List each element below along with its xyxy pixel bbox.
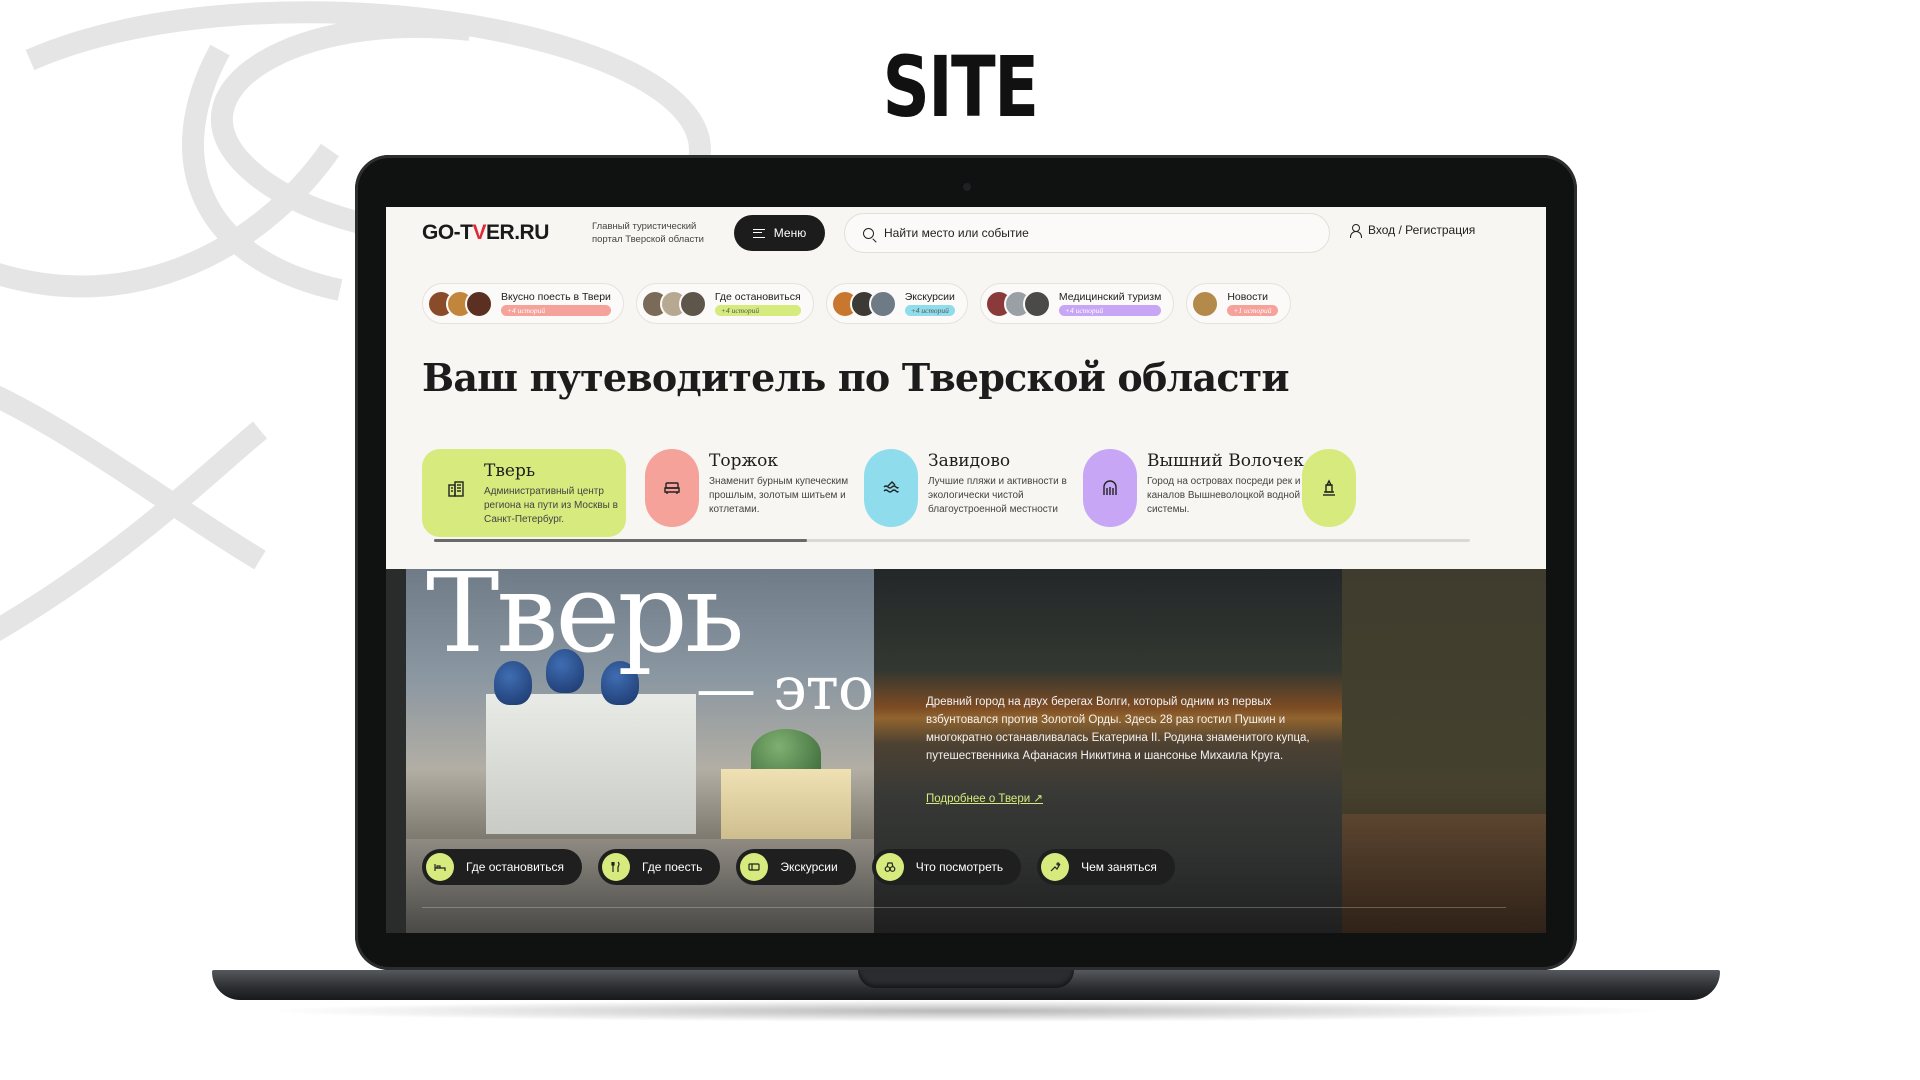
chip-label: Вкусно поесть в Твери <box>501 291 611 303</box>
waves-icon <box>864 449 918 527</box>
chip-label: Медицинский туризм <box>1058 291 1162 303</box>
chip-count-badge: +1 историй <box>1227 305 1278 316</box>
church-shape <box>486 694 696 834</box>
city-name: Завидово <box>928 451 1011 471</box>
chip-thumbnails <box>427 289 493 318</box>
chip-count-badge: +4 историй <box>904 305 955 316</box>
city-card-zavidovo[interactable]: Завидово Лучшие пляжи и активности в эко… <box>864 449 1084 537</box>
city-name: Тверь <box>484 461 536 481</box>
thumbnail-image <box>465 289 493 318</box>
hero-section: Тверь — это Древний город на двух берега… <box>386 569 1546 933</box>
chip-count-badge: +4 историй <box>1058 305 1162 316</box>
city-description: Административный центр региона на пути и… <box>484 486 618 525</box>
chip-count-badge: +4 историй <box>501 305 611 316</box>
city-card-tver[interactable]: Тверь Административный центр региона на … <box>422 449 626 537</box>
thumbnail-image <box>678 289 707 318</box>
page-headline: Ваш путеводитель по Тверской области <box>422 355 1290 400</box>
category-chips: Вкусно поесть в Твери +4 историй Где ост… <box>422 283 1291 324</box>
thumbnail-image <box>1191 289 1220 318</box>
city-carousel: Тверь Административный центр региона на … <box>422 449 1546 539</box>
where-to-eat-button[interactable]: Где поесть <box>598 849 721 885</box>
what-to-see-button[interactable]: Что посмотреть <box>871 849 1022 885</box>
hero-edge <box>386 569 406 933</box>
logo-text-1: GO-T <box>422 221 473 244</box>
building-shape <box>1342 814 1546 933</box>
search-icon <box>863 227 874 239</box>
login-label: Вход / Регистрация <box>1368 223 1476 237</box>
chip-count-badge: +4 историй <box>714 305 801 316</box>
city-description: Знаменит бурным купеческим прошлым, золо… <box>709 476 849 515</box>
city-description: Лучшие пляжи и активности в экологически… <box>928 476 1067 515</box>
logo-text-2: ER.RU <box>486 221 549 244</box>
chip-thumbnails <box>640 289 707 318</box>
city-card-partial[interactable] <box>1302 449 1356 537</box>
button-label: Где остановиться <box>466 860 565 874</box>
button-label: Что посмотреть <box>915 860 1004 874</box>
where-to-stay-button[interactable]: Где остановиться <box>422 849 583 885</box>
monument-icon <box>1302 449 1356 527</box>
menu-label: Меню <box>773 226 807 240</box>
chip-thumbnails <box>830 289 897 318</box>
city-name: Торжок <box>709 451 778 471</box>
hero-title: Тверь <box>426 569 745 677</box>
fork-knife-icon <box>602 853 631 881</box>
search-input[interactable]: Найти место или событие <box>844 213 1330 253</box>
hamburger-icon <box>752 228 765 238</box>
chip-stay[interactable]: Где остановиться +4 историй <box>635 283 814 324</box>
logo-pin-letter: V <box>472 221 487 244</box>
button-label: Чем заняться <box>1081 860 1157 874</box>
hero-quick-actions: Где остановиться Где поесть Экскурсии Чт… <box>422 849 1175 885</box>
activity-icon <box>1041 853 1070 881</box>
search-placeholder: Найти место или событие <box>884 226 1029 240</box>
chip-news[interactable]: Новости +1 историй <box>1186 283 1291 324</box>
excursions-button[interactable]: Экскурсии <box>736 849 856 885</box>
chip-thumbnails <box>1191 289 1220 318</box>
button-label: Где поесть <box>642 860 703 874</box>
thumbnail-image <box>868 289 897 318</box>
thumbnail-image <box>1022 289 1051 318</box>
ticket-icon <box>740 853 769 881</box>
chip-excursions[interactable]: Экскурсии +4 историй <box>825 283 968 324</box>
gate-icon <box>1083 449 1137 527</box>
city-name: Вышний Волочек <box>1147 451 1304 471</box>
chip-medical-tourism[interactable]: Медицинский туризм +4 историй <box>979 283 1175 324</box>
binoculars-icon <box>875 853 904 881</box>
city-description: Город на островах посреди рек и каналов … <box>1147 476 1301 515</box>
what-to-do-button[interactable]: Чем заняться <box>1037 849 1175 885</box>
city-card-vyshny-volochek[interactable]: Вышний Волочек Город на островах посреди… <box>1083 449 1304 537</box>
hero-photo-building <box>1342 569 1546 933</box>
city-card-torzhok[interactable]: Торжок Знаменит бурным купеческим прошлы… <box>645 449 865 537</box>
site-tagline: Главный туристический портал Тверской об… <box>592 221 704 245</box>
menu-button[interactable]: Меню <box>734 215 825 251</box>
laptop-notch <box>858 970 1074 988</box>
slide-title: SITE <box>882 38 1039 136</box>
chip-thumbnails <box>984 289 1051 318</box>
bed-icon <box>426 853 454 881</box>
hero-divider <box>422 907 1506 908</box>
chip-label: Новости <box>1227 291 1268 303</box>
sofa-icon <box>645 449 699 527</box>
button-label: Экскурсии <box>780 860 838 874</box>
carousel-scroll-thumb[interactable] <box>434 539 807 542</box>
laptop-camera <box>963 183 971 191</box>
hero-more-link[interactable]: Подробнее о Твери ↗ <box>926 791 1043 805</box>
carousel-scrollbar[interactable] <box>434 539 1470 542</box>
laptop-shadow <box>260 1000 1670 1022</box>
yellow-building-shape <box>721 769 851 849</box>
website-screen: GO-TVER.RU Главный туристический портал … <box>386 207 1546 933</box>
chip-label: Где остановиться <box>714 291 801 303</box>
hero-subtitle: — это <box>696 654 874 724</box>
chip-label: Экскурсии <box>904 291 955 303</box>
hero-description: Древний город на двух берегах Волги, кот… <box>926 696 1310 762</box>
chip-food[interactable]: Вкусно поесть в Твери +4 историй <box>422 283 624 324</box>
buildings-icon <box>438 459 474 519</box>
site-logo[interactable]: GO-TVER.RU <box>422 221 549 245</box>
login-link[interactable]: Вход / Регистрация <box>1350 223 1476 238</box>
user-icon <box>1350 223 1362 238</box>
